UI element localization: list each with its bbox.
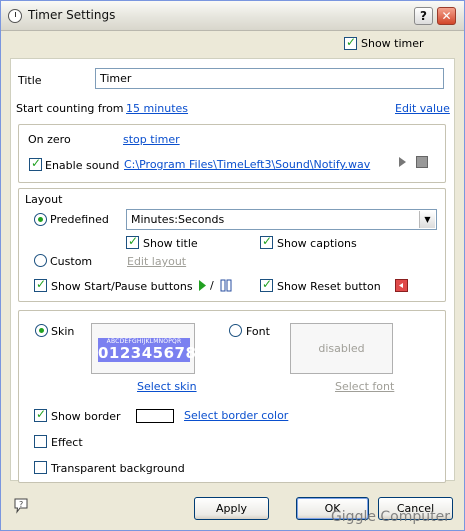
clock-icon (8, 9, 22, 23)
close-button[interactable]: ✕ (437, 7, 456, 25)
transparent-background-label: Transparent background (51, 462, 185, 475)
start-value-link[interactable]: 15 minutes (126, 102, 188, 115)
help-balloon-icon[interactable]: ? (13, 497, 29, 515)
skin-label: Skin (51, 325, 75, 338)
show-title-checkbox[interactable] (126, 234, 139, 249)
enable-sound-label: Enable sound (45, 159, 120, 172)
timer-settings-window: Timer Settings ? ✕ Show timer Title Time… (0, 0, 465, 531)
on-zero-label: On zero (28, 133, 71, 146)
font-radio[interactable] (229, 324, 242, 337)
show-title-label: Show title (143, 237, 198, 250)
show-border-label: Show border (51, 410, 121, 423)
title-field-label: Title (18, 74, 42, 87)
skin-preview-digits: 0123456789 (98, 344, 208, 362)
reset-icon (395, 279, 408, 292)
predefined-label: Predefined (50, 213, 109, 226)
custom-label: Custom (50, 255, 93, 268)
show-reset-checkbox[interactable] (260, 277, 273, 292)
enable-sound-checkbox[interactable] (29, 156, 42, 171)
chevron-down-icon[interactable]: ▼ (419, 211, 435, 228)
title-input[interactable]: Timer (95, 68, 444, 89)
transparent-background-checkbox[interactable] (34, 461, 47, 474)
show-start-pause-label: Show Start/Pause buttons (51, 280, 193, 293)
start-counting-label: Start counting from (16, 102, 124, 115)
effect-checkbox[interactable] (34, 435, 47, 448)
show-captions-label: Show captions (277, 237, 357, 250)
skin-preview-display: ABCDEFGHIJKLMNOPQR 0123456789 (98, 338, 208, 362)
help-button[interactable]: ? (414, 7, 433, 25)
on-zero-group (18, 124, 446, 183)
window-title: Timer Settings (28, 8, 116, 22)
start-pause-separator: / (210, 279, 214, 292)
sound-file-link[interactable]: C:\Program Files\TimeLeft3\Sound\Notify.… (124, 158, 370, 171)
font-label: Font (246, 325, 270, 338)
show-timer-checkbox[interactable] (344, 35, 357, 50)
show-timer-label: Show timer (361, 37, 424, 50)
svg-text:?: ? (19, 500, 23, 509)
select-font-link[interactable]: Select font (335, 380, 394, 393)
show-border-checkbox[interactable] (34, 407, 47, 422)
title-bar: Timer Settings ? ✕ (1, 1, 464, 31)
border-color-swatch[interactable] (136, 409, 174, 423)
show-captions-checkbox[interactable] (260, 234, 273, 249)
select-skin-link[interactable]: Select skin (137, 380, 197, 393)
apply-button[interactable]: Apply (194, 497, 269, 520)
edit-value-link[interactable]: Edit value (395, 102, 450, 115)
custom-radio[interactable] (34, 254, 47, 267)
play-icon (199, 280, 206, 291)
font-preview: disabled (290, 323, 393, 374)
effect-label: Effect (51, 436, 83, 449)
watermark: Giggle Computer (330, 509, 450, 525)
play-sound-icon[interactable] (397, 156, 407, 168)
on-zero-action-link[interactable]: stop timer (123, 133, 180, 146)
show-start-pause-checkbox[interactable] (34, 277, 47, 292)
stop-sound-icon[interactable] (416, 156, 428, 168)
layout-preset-value: Minutes:Seconds (131, 213, 225, 226)
pause-icon (220, 279, 232, 292)
show-reset-label: Show Reset button (277, 280, 381, 293)
layout-group-label: Layout (22, 193, 66, 206)
predefined-radio[interactable] (34, 213, 47, 226)
skin-radio[interactable] (35, 324, 48, 337)
skin-preview[interactable]: ABCDEFGHIJKLMNOPQR 0123456789 (91, 323, 208, 374)
edit-layout-link[interactable]: Edit layout (127, 255, 186, 268)
select-border-color-link[interactable]: Select border color (184, 409, 288, 422)
layout-preset-select[interactable]: Minutes:Seconds ▼ (126, 209, 437, 230)
